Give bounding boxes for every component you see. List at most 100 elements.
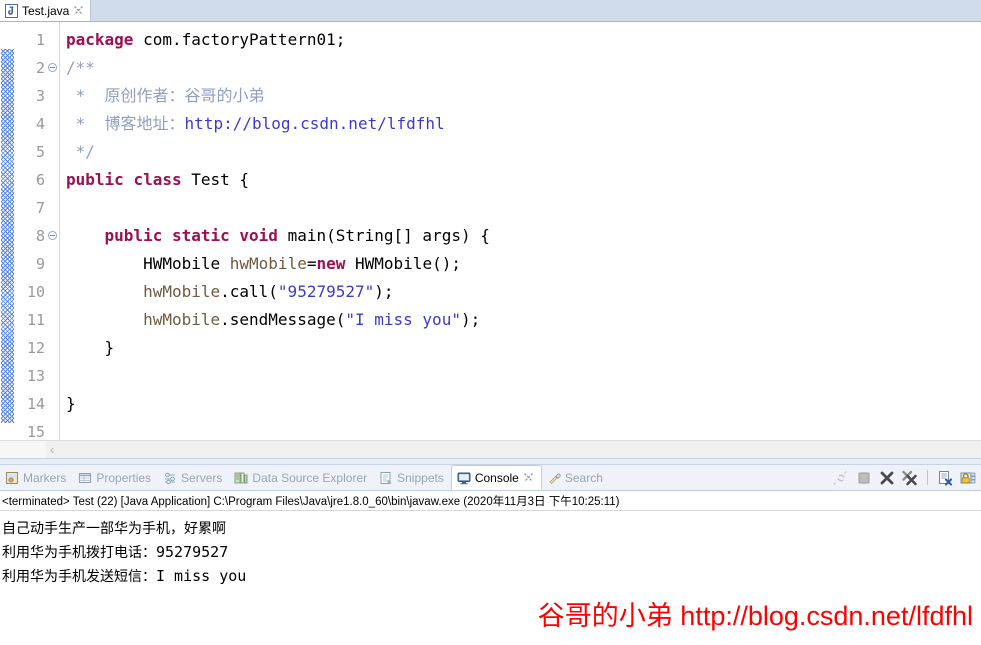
tab-console[interactable]: Console	[450, 465, 542, 490]
collapse-icon[interactable]	[48, 231, 57, 240]
markers-icon	[5, 471, 19, 485]
line-number: 3	[35, 87, 45, 105]
terminate-icon	[856, 470, 872, 486]
console-line-value: 95279527	[156, 543, 229, 561]
tab-search[interactable]: Search	[542, 465, 610, 490]
editor-tab-test-java[interactable]: Test.java	[0, 0, 92, 21]
keyword-class: class	[133, 170, 182, 189]
folding-ruler[interactable]	[48, 22, 60, 440]
code-text-area[interactable]: package com.factoryPattern01; /** * 原创作者…	[60, 22, 981, 440]
clear-console-icon[interactable]	[937, 470, 953, 486]
editor-horizontal-scrollbar[interactable]: ‹	[0, 440, 981, 458]
tab-label: Data Source Explorer	[252, 470, 368, 485]
code-line-5: */	[66, 138, 981, 166]
line-number: 7	[35, 199, 45, 217]
variable-hwmobile: hwMobile	[143, 282, 221, 301]
code-line-10: hwMobile.call("95279527");	[143, 282, 394, 301]
method-call: .call(	[220, 282, 278, 301]
variable-hwmobile: hwMobile	[229, 254, 307, 273]
code-line-1: package com.factoryPattern01;	[66, 26, 981, 54]
main-signature: main(String[] args) {	[277, 226, 490, 245]
console-output-line: 利用华为手机拨打电话：95279527	[2, 540, 981, 564]
line-number: 9	[35, 255, 45, 273]
code-line-2: /**	[66, 54, 981, 82]
fold-slot[interactable]	[48, 54, 59, 82]
tab-properties[interactable]: Properties	[73, 465, 158, 490]
view-tab-bar: Markers Properties Servers Data Source E…	[0, 465, 981, 491]
editor-tab-bar: Test.java	[0, 0, 981, 22]
line-number: 12	[26, 339, 45, 357]
console-output-line: 自己动手生产一部华为手机，好累啊	[2, 516, 981, 540]
remove-launch-icon[interactable]	[879, 470, 895, 486]
tab-label: Properties	[96, 470, 152, 485]
remove-all-launches-icon[interactable]	[902, 470, 918, 486]
tab-label: Snippets	[397, 470, 444, 485]
collapse-icon[interactable]	[48, 63, 57, 72]
keyword-public: public	[104, 226, 163, 245]
pin-console-icon[interactable]	[960, 470, 976, 486]
line-number-ruler: 1 2 3 4 5 6 7 8 9 10 11 12 13 14 15	[15, 22, 48, 440]
annotation-ruler[interactable]	[0, 22, 15, 440]
tab-label: Markers	[23, 470, 67, 485]
javadoc-blog-label: * 博客地址：	[66, 114, 185, 133]
line-number: 2	[35, 59, 45, 77]
close-icon[interactable]	[523, 472, 534, 483]
constructor-call: HWMobile();	[345, 254, 461, 273]
close-icon[interactable]	[73, 5, 84, 16]
keyword-new: new	[316, 254, 346, 273]
fold-slot	[48, 306, 59, 334]
line-number: 11	[26, 311, 45, 329]
fold-slot	[48, 334, 59, 362]
scroll-left-icon[interactable]: ‹	[46, 441, 54, 458]
broken-link-icon	[833, 470, 849, 486]
variable-hwmobile: hwMobile	[143, 310, 221, 329]
code-line-3: * 原创作者：谷哥的小弟	[66, 82, 981, 110]
database-icon	[234, 471, 248, 485]
tab-snippets[interactable]: Snippets	[374, 465, 451, 490]
fold-slot	[48, 82, 59, 110]
tab-servers[interactable]: Servers	[158, 465, 229, 490]
tab-label: Search	[564, 470, 603, 485]
console-icon	[457, 471, 471, 485]
class-decl: Test {	[181, 170, 250, 189]
javadoc-blog-url[interactable]: http://blog.csdn.net/lfdfhl	[185, 114, 445, 133]
fold-slot	[48, 166, 59, 194]
changed-lines-marker	[1, 49, 14, 423]
line-number: 5	[35, 143, 45, 161]
code-line-9: HWMobile hwMobile=new HWMobile();	[143, 254, 461, 273]
keyword-package: package	[66, 30, 134, 49]
code-line-11: hwMobile.sendMessage("I miss you");	[143, 310, 481, 329]
sash-divider[interactable]	[0, 458, 981, 465]
code-line-14: }	[66, 394, 76, 413]
fold-slot	[48, 26, 59, 54]
fold-slot	[48, 362, 59, 390]
console-line-text: 自己动手生产一部华为手机，好累啊	[2, 520, 226, 536]
javadoc-author: * 原创作者：谷哥的小弟	[66, 86, 265, 105]
fold-slot[interactable]	[48, 222, 59, 250]
console-line-text: 利用华为手机发送短信：	[2, 568, 156, 584]
tab-label: Servers	[181, 470, 223, 485]
javadoc-start: /**	[66, 58, 95, 77]
code-editor[interactable]: 1 2 3 4 5 6 7 8 9 10 11 12 13 14 15 pack…	[0, 22, 981, 440]
tab-label: Console	[474, 470, 519, 485]
string-literal: "I miss you"	[345, 310, 461, 329]
tab-data-source-explorer[interactable]: Data Source Explorer	[229, 465, 374, 490]
console-toolbar	[833, 465, 981, 490]
fold-slot	[48, 250, 59, 278]
fold-slot	[48, 418, 59, 440]
javadoc-end: */	[66, 142, 95, 161]
code-line-6: public class Test {	[66, 166, 981, 194]
line-number: 1	[35, 31, 45, 49]
line-number: 13	[26, 367, 45, 385]
console-output[interactable]: 自己动手生产一部华为手机，好累啊 利用华为手机拨打电话：95279527 利用华…	[0, 511, 981, 588]
line-number: 6	[35, 171, 45, 189]
console-launch-status: <terminated> Test (22) [Java Application…	[0, 491, 981, 511]
tab-markers[interactable]: Markers	[0, 465, 73, 490]
scrollbar-gutter-spacer	[0, 441, 46, 458]
line-number: 15	[26, 423, 45, 440]
watermark-text: 谷哥的小弟 http://blog.csdn.net/lfdfhl	[537, 601, 973, 631]
fold-slot	[48, 194, 59, 222]
search-icon	[547, 471, 561, 485]
